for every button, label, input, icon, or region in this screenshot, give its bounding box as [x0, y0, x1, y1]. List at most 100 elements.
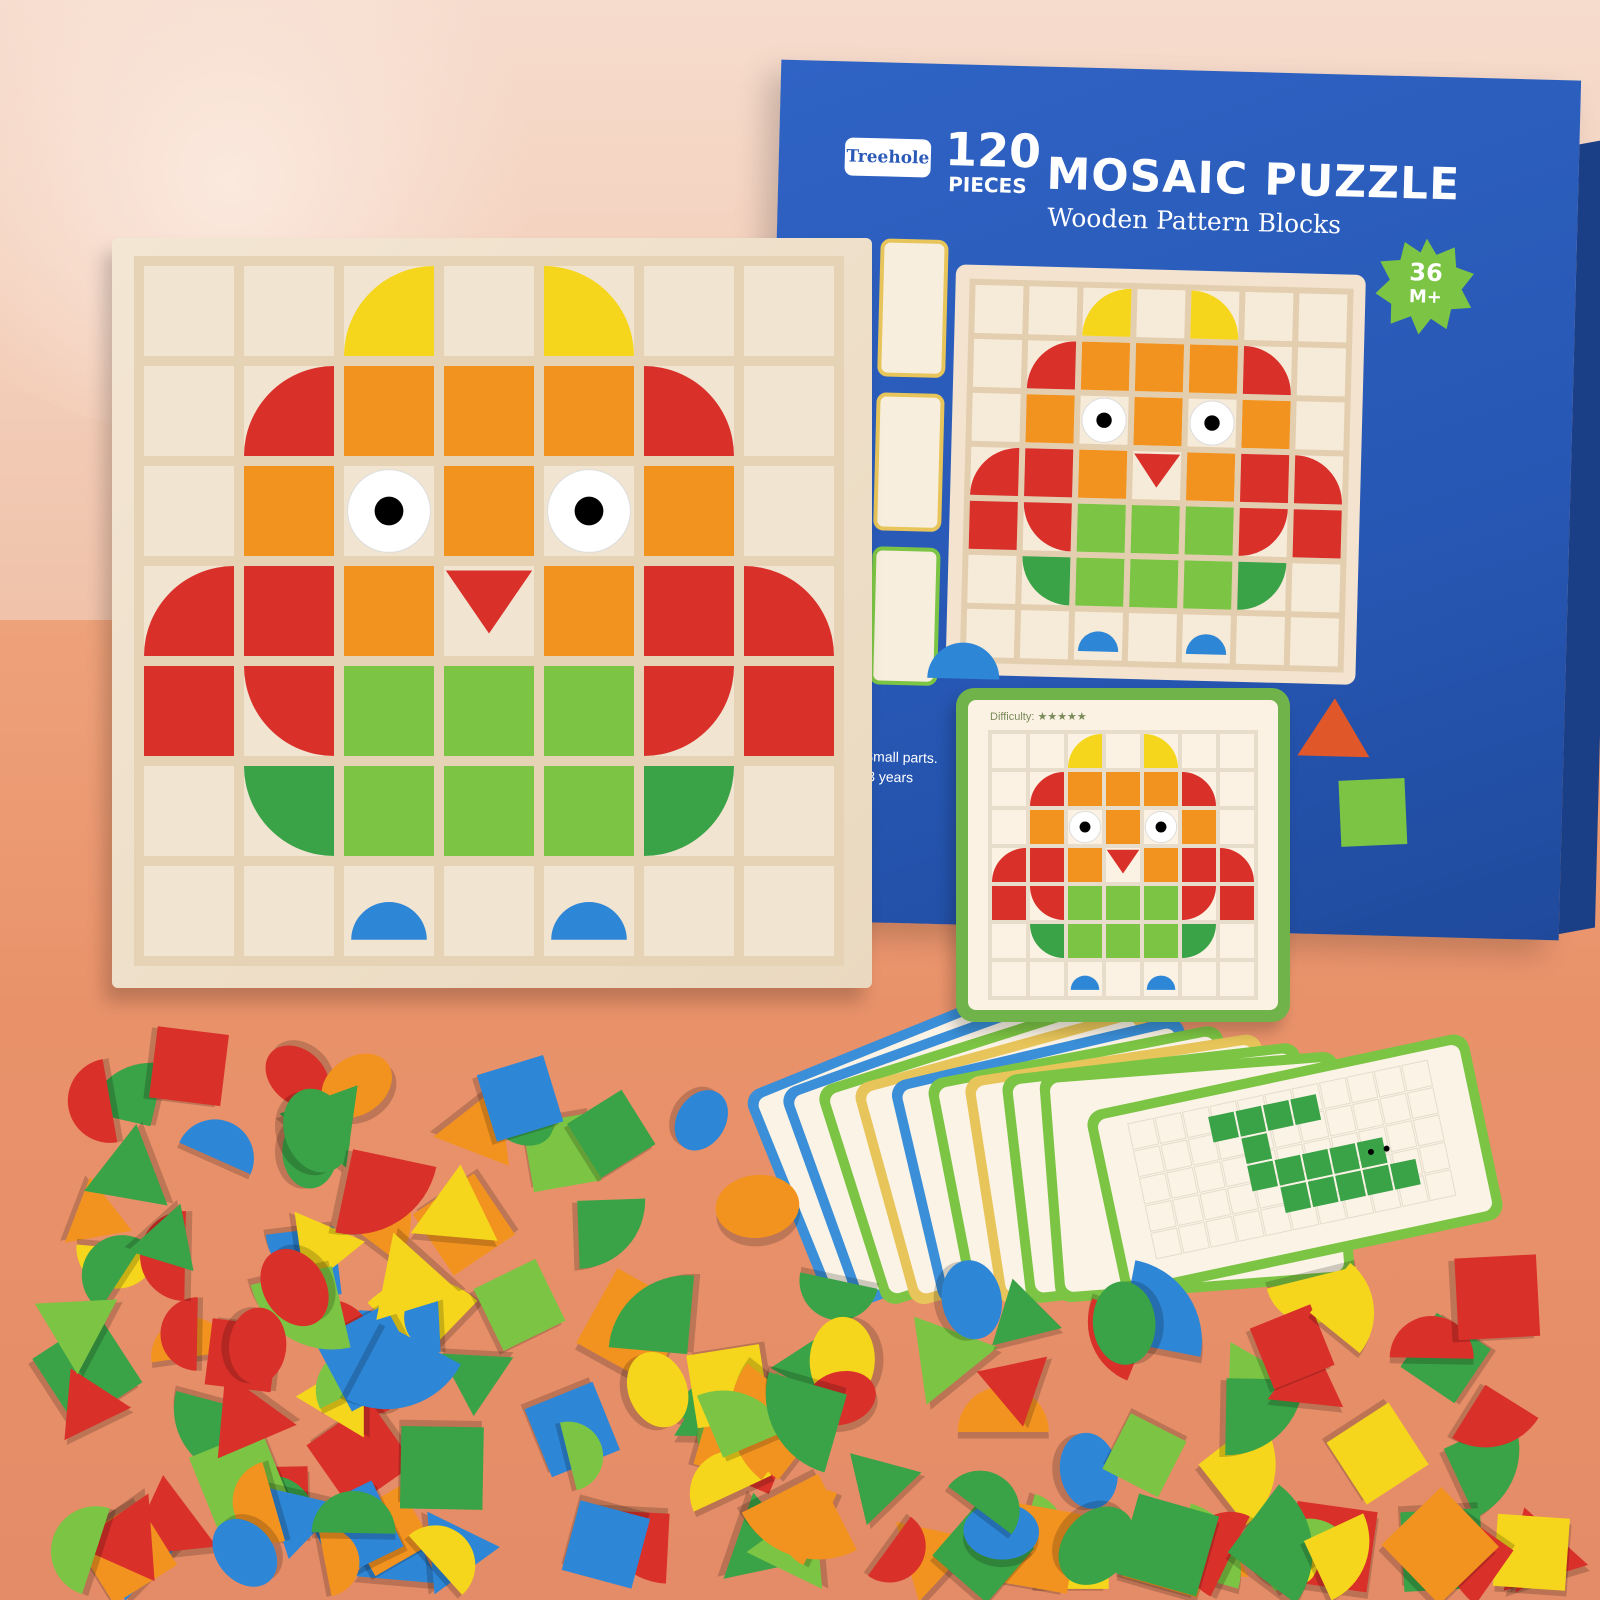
grid-slot	[444, 266, 534, 356]
square-piece	[1068, 924, 1102, 958]
square-piece	[244, 566, 334, 656]
grid-slot	[1220, 772, 1254, 806]
square-piece	[1144, 772, 1178, 806]
square-piece	[1274, 1154, 1306, 1186]
grid-slot	[1028, 286, 1078, 336]
difficulty-label: Difficulty: ★★★★★	[990, 711, 1087, 723]
square-piece	[1329, 1143, 1361, 1174]
grid-slot	[644, 866, 734, 956]
age-unit: M+	[1408, 286, 1443, 309]
square-piece	[1235, 1105, 1267, 1137]
box-title: MOSAIC PUZZLE	[1045, 148, 1461, 211]
grid-slot	[1030, 962, 1064, 996]
grid-slot	[1220, 924, 1254, 958]
grid-slot	[1295, 401, 1345, 451]
grid-slot	[1106, 962, 1140, 996]
square-piece	[1106, 924, 1140, 958]
reference-owl-pattern	[988, 730, 1258, 1000]
age-badge: 36 M+	[1374, 235, 1477, 338]
grid-slot	[144, 866, 234, 956]
half-circle-block	[68, 1058, 124, 1143]
square-piece	[1280, 1182, 1312, 1213]
square-piece	[1025, 394, 1075, 444]
grid-slot	[972, 338, 1023, 389]
board-owl-pattern	[134, 256, 844, 966]
grid-slot	[992, 924, 1026, 958]
square-piece	[1068, 886, 1102, 920]
grid-slot	[144, 766, 234, 856]
square-piece	[1106, 886, 1140, 920]
square-piece	[444, 766, 534, 856]
square-piece	[644, 566, 734, 656]
grid-slot	[644, 266, 734, 356]
grid-slot	[1291, 563, 1341, 613]
square-piece	[1080, 341, 1131, 391]
square-piece	[1068, 848, 1102, 882]
square-icon	[1338, 778, 1408, 847]
square-piece	[1030, 810, 1064, 844]
grid-slot	[974, 284, 1024, 335]
square-piece	[444, 666, 534, 756]
grid-slot	[992, 810, 1026, 844]
half-circle-block	[311, 1490, 396, 1540]
triangle-icon	[1297, 698, 1370, 758]
square-piece	[1068, 772, 1102, 806]
square-piece	[1262, 1099, 1294, 1131]
grid-slot	[1136, 289, 1186, 339]
square-piece	[1362, 1164, 1394, 1196]
grid-slot	[1220, 810, 1254, 844]
square-piece	[1078, 449, 1128, 499]
square-piece	[1290, 1094, 1322, 1125]
grid-slot	[744, 466, 834, 556]
square-piece	[144, 666, 234, 756]
square-piece	[1335, 1170, 1366, 1202]
square-piece	[1220, 886, 1254, 920]
grid-slot	[1182, 734, 1216, 768]
circle-block	[933, 1259, 1002, 1341]
grid-slot	[1127, 612, 1178, 663]
square-piece	[744, 666, 834, 756]
square-piece	[444, 366, 534, 456]
grid-slot	[1289, 617, 1339, 667]
square-piece	[1144, 924, 1178, 958]
grid-slot	[1298, 293, 1348, 343]
grid-slot	[1220, 734, 1254, 768]
square-piece	[1241, 1133, 1273, 1165]
grid-slot	[971, 392, 1021, 443]
square-piece	[1106, 810, 1140, 844]
square-piece	[1144, 886, 1178, 920]
wooden-puzzle-board	[112, 238, 872, 988]
grid-slot	[967, 554, 1017, 604]
grid-slot	[744, 266, 834, 356]
square-piece	[1307, 1176, 1339, 1208]
square-piece	[1301, 1148, 1333, 1180]
grid-slot	[1106, 734, 1140, 768]
grid-slot	[1244, 291, 1294, 342]
square-piece	[968, 500, 1018, 551]
grid-slot	[992, 962, 1026, 996]
pupil	[374, 496, 404, 526]
square-piece	[244, 466, 334, 556]
half-circle-icon	[927, 642, 1000, 680]
square-piece	[1144, 848, 1178, 882]
square-piece	[544, 566, 634, 656]
square-piece	[992, 886, 1026, 920]
square-piece	[1241, 399, 1291, 450]
pieces-count: 120	[944, 122, 1042, 179]
square-piece	[1024, 448, 1074, 498]
grid-slot	[1296, 347, 1347, 397]
box-owl-pattern	[959, 278, 1354, 673]
square-piece	[1129, 558, 1179, 609]
grid-slot	[244, 266, 334, 356]
square-piece	[1389, 1158, 1421, 1190]
grid-slot	[1220, 962, 1254, 996]
grid-slot	[244, 866, 334, 956]
square-piece	[1184, 506, 1234, 556]
square-piece	[1239, 453, 1290, 504]
square-piece	[1130, 505, 1180, 555]
square-piece	[1106, 772, 1140, 806]
grid-slot	[744, 866, 834, 956]
square-piece	[344, 566, 434, 656]
triangle-block	[409, 1164, 498, 1247]
grid-slot	[144, 366, 234, 456]
